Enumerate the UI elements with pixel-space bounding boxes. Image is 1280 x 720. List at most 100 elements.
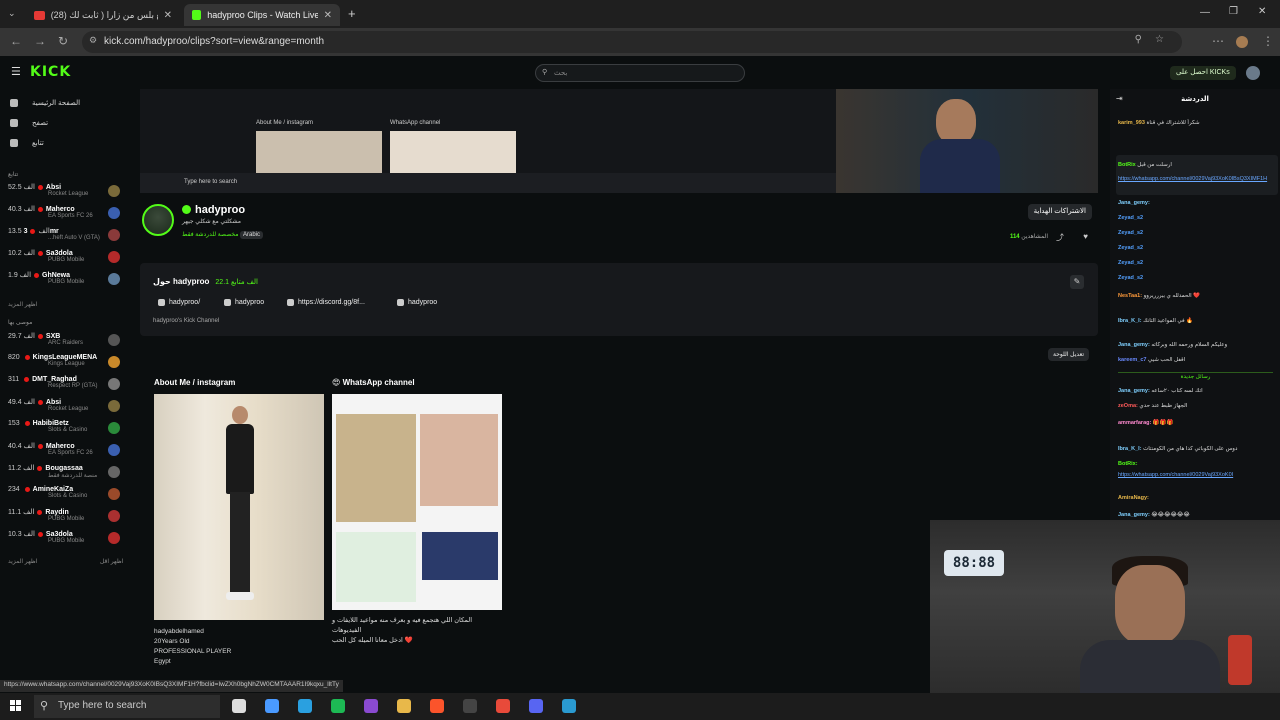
brave-icon[interactable]	[430, 699, 444, 713]
stream-category[interactable]: مخصصة للدردشة فقط	[182, 231, 238, 238]
search-input[interactable]: ⚲ بحث	[535, 64, 745, 82]
sidebar-channel[interactable]: 10.2 الف Sa3dola PUBG Mobile	[8, 249, 120, 271]
chat-message[interactable]: Jana_gemy:	[1118, 199, 1278, 207]
chat-message[interactable]: Ibra_K_I: دوس على الكوباتي كدا هاي من ال…	[1118, 445, 1278, 453]
chat-username[interactable]: Jana_gemy:	[1118, 388, 1150, 394]
chat-username[interactable]: Jana_gemy:	[1118, 342, 1150, 348]
chat-message[interactable]: kareem_c7 اقفل الحب شيي	[1118, 356, 1278, 364]
social-discord[interactable]: https://discord.gg/8f...	[287, 299, 365, 306]
tab-kick[interactable]: hadyproo Clips - Watch Live on ✕	[184, 4, 340, 26]
back-icon[interactable]: ←	[10, 34, 22, 48]
close-icon[interactable]: ✕	[324, 10, 332, 21]
chat-message[interactable]: BotRix ارسلت من قبل	[1118, 161, 1278, 169]
maximize-icon[interactable]: ❐	[1229, 6, 1238, 17]
show-more-link[interactable]: اظهر المزيد	[8, 558, 37, 565]
chrome-icon[interactable]	[496, 699, 510, 713]
chat-message[interactable]: NesTaa1: الحمدلله ي بيررريروو ❤️	[1118, 292, 1278, 300]
chat-message[interactable]: Ibra_K_I: في المواعيد التانك 🔥	[1118, 317, 1278, 325]
chat-message[interactable]: Zeyad_s2	[1118, 259, 1278, 267]
chat-message[interactable]: Zeyad_s2	[1118, 214, 1278, 222]
chat-message[interactable]: https://whatsapp.com/channel/0029Vaj93Xo…	[1118, 175, 1278, 183]
chat-message[interactable]: ammarfarag: 🎁🎁🎁	[1118, 419, 1278, 427]
stream-player[interactable]: About Me / instagram WhatsApp channel Ty…	[140, 89, 1098, 193]
social-tiktok[interactable]: hadyproo	[397, 299, 437, 306]
chat-username[interactable]: Zeyad_s2	[1118, 230, 1143, 236]
sidebar-channel[interactable]: 11.2 الف Bougassaa منصة للدردشة فقط	[8, 464, 120, 486]
chat-username[interactable]: Jana_gemy:	[1118, 200, 1150, 206]
task-view-icon[interactable]	[232, 699, 246, 713]
chat-text[interactable]: https://whatsapp.com/channel/0029Vaj93Xo…	[1118, 176, 1267, 182]
panel-image-instagram[interactable]	[154, 394, 324, 620]
profile-avatar[interactable]	[1236, 36, 1248, 48]
sidebar-channel[interactable]: 820 KingsLeagueMENA Kings League	[8, 354, 120, 376]
sidebar-channel[interactable]: 40.4 الف Maherco EA Sports FC 26	[8, 442, 120, 464]
sidebar-item-following[interactable]: تتابع	[10, 139, 44, 147]
chat-username[interactable]: Jana_gemy:	[1118, 512, 1150, 518]
sidebar-channel[interactable]: 29.7 الف SXB ARC Raiders	[8, 332, 120, 354]
chat-message[interactable]: zeOma: الجهاز ظبط عند حدي	[1118, 402, 1278, 410]
sidebar-channel[interactable]: 1.9 الف GhNewa PUBG Mobile	[8, 271, 120, 293]
chat-username[interactable]: zeOma:	[1118, 403, 1138, 409]
chat-username[interactable]: NesTaa1:	[1118, 293, 1142, 299]
chat-text[interactable]: https://whatsapp.com/channel/0029Vaj93Xo…	[1118, 472, 1233, 478]
chat-username[interactable]: Zeyad_s2	[1118, 260, 1143, 266]
sidebar-item-browse[interactable]: تصفح	[10, 119, 48, 127]
chat-username[interactable]: Zeyad_s2	[1118, 275, 1143, 281]
chat-message[interactable]: Zeyad_s2	[1118, 229, 1278, 237]
reload-icon[interactable]: ↻	[58, 34, 68, 48]
chat-username[interactable]: kareem_c7	[1118, 357, 1146, 363]
channel-name[interactable]: hadyproo	[182, 204, 245, 216]
new-tab-button[interactable]: +	[348, 6, 356, 21]
tab-search-icon[interactable]: ⌄	[8, 8, 16, 19]
chat-username[interactable]: Ibra_K_I:	[1118, 318, 1142, 324]
edge-icon[interactable]	[298, 699, 312, 713]
chat-message[interactable]: karim_993 شكراً للاشتراك في قناة	[1118, 119, 1278, 127]
hamburger-icon[interactable]: ☰	[11, 65, 21, 78]
chat-username[interactable]: Zeyad_s2	[1118, 245, 1143, 251]
chat-message[interactable]: Zeyad_s2	[1118, 244, 1278, 252]
forward-icon[interactable]: →	[34, 34, 46, 48]
sidebar-channel[interactable]: 52.5 الف Absi Rocket League	[8, 183, 120, 205]
edit-icon[interactable]: ✎	[1070, 275, 1084, 289]
show-more-link[interactable]: اظهر المزيد	[8, 301, 37, 308]
chat-username[interactable]: BotRix	[1118, 162, 1136, 168]
user-avatar[interactable]	[1246, 66, 1260, 80]
edit-panels-button[interactable]: تعديل اللوحة	[1048, 348, 1090, 361]
sidebar-channel[interactable]: 40.3 الف Maherco EA Sports FC 26	[8, 205, 120, 227]
channel-avatar[interactable]	[142, 204, 174, 236]
tab-youtube[interactable]: (28) صايع بلس من زارا ( ثابت لك ✕	[26, 4, 180, 26]
address-bar[interactable]: ⚙ kick.com/hadyproo/clips?sort=view&rang…	[82, 31, 1182, 53]
copilot-icon[interactable]	[265, 699, 279, 713]
chat-message[interactable]: https://whatsapp.com/channel/0029Vaj93Xo…	[1118, 471, 1278, 479]
premiere-icon[interactable]	[364, 699, 378, 713]
chat-username[interactable]: AmiraNagy:	[1118, 495, 1149, 501]
obs-icon[interactable]	[463, 699, 477, 713]
spotify-icon[interactable]	[331, 699, 345, 713]
sidebar-channel[interactable]: 234 AmineKaiZa Slots & Casino	[8, 486, 120, 508]
sidebar-channel[interactable]: 13.5 الف3mr ...heft Auto V (GTA)	[8, 227, 120, 249]
social-instagram[interactable]: hadyproo/	[158, 299, 200, 306]
zoom-icon[interactable]: ⚲	[1135, 34, 1142, 45]
sidebar-channel[interactable]: 311 DMT_Raghad Respect RP (GTA)	[8, 376, 120, 398]
show-less-link[interactable]: اظهر اقل	[100, 558, 123, 565]
windows-start-icon[interactable]	[10, 700, 22, 712]
new-messages-divider[interactable]: رسائل جديدة	[1118, 372, 1273, 380]
sidebar-channel[interactable]: 11.1 الف Raydin PUBG Mobile	[8, 508, 120, 530]
sidebar-item-home[interactable]: الصفحة الرئيسية	[10, 99, 80, 107]
minimize-icon[interactable]: —	[1200, 7, 1210, 18]
app-icon[interactable]	[562, 699, 576, 713]
sidebar-channel[interactable]: 49.4 الف Absi Rocket League	[8, 398, 120, 420]
share-icon[interactable]: ⤴	[1056, 232, 1064, 243]
follow-icon[interactable]: ♥	[1083, 232, 1088, 241]
panel-image-whatsapp[interactable]	[332, 394, 502, 610]
chat-username[interactable]: Zeyad_s2	[1118, 215, 1143, 221]
language-tag[interactable]: Arabic	[240, 231, 264, 239]
chat-username[interactable]: Ibra_K_I:	[1118, 446, 1142, 452]
chat-message[interactable]: BotRix:	[1118, 460, 1278, 468]
menu-icon[interactable]: ⋮	[1262, 34, 1274, 48]
chat-message[interactable]: Jana_gemy: اتك لسه كتاب ٢٠ساعه	[1118, 387, 1278, 395]
chat-message[interactable]: Jana_gemy: وعليكم السلام ورحمه الله وبرك…	[1118, 341, 1278, 349]
sidebar-channel[interactable]: 10.3 الف Sa3dola PUBG Mobile	[8, 530, 120, 552]
kick-logo[interactable]: KICK	[30, 64, 71, 80]
taskbar-search[interactable]: ⚲ Type here to search	[34, 695, 220, 718]
